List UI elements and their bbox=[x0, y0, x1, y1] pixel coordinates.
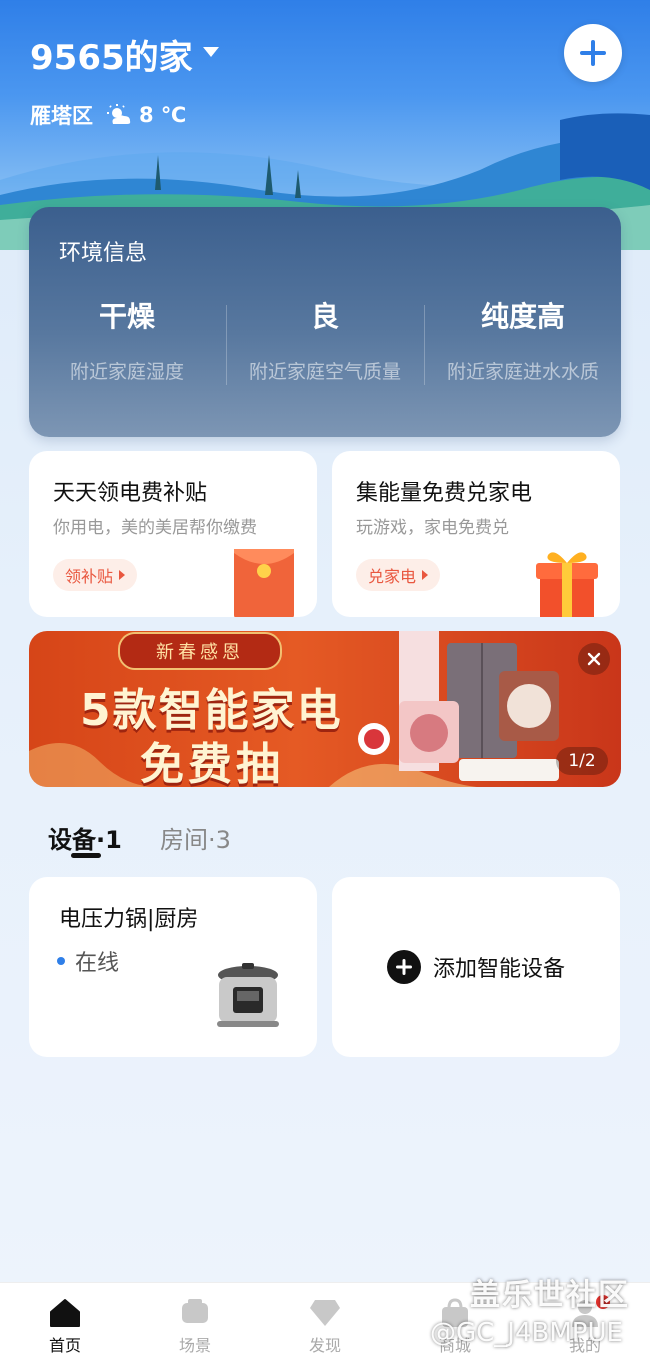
home-name: 9565的家 bbox=[30, 38, 193, 78]
temperature: 8 ℃ bbox=[139, 103, 187, 127]
online-dot-icon bbox=[57, 957, 65, 965]
watermark-handle: @GC_J4BMPUE bbox=[430, 1318, 623, 1348]
water-quality-item: 纯度高 附近家庭进水水质 bbox=[425, 295, 621, 384]
nav-label: 场景 bbox=[178, 1336, 211, 1355]
pill-label: 兑家电 bbox=[368, 567, 417, 586]
banner-page-indicator: 1/2 bbox=[556, 747, 608, 775]
close-icon bbox=[587, 652, 601, 666]
weather: 8 ℃ bbox=[107, 103, 186, 127]
nav-scene[interactable]: 场景 bbox=[130, 1283, 260, 1371]
tab-rooms[interactable]: 房间·3 bbox=[160, 820, 231, 855]
arrow-right-icon bbox=[422, 570, 429, 580]
nav-label: 发现 bbox=[308, 1336, 341, 1355]
add-device-button[interactable]: 添加智能设备 bbox=[332, 877, 620, 1057]
active-tab-indicator bbox=[71, 853, 101, 858]
nav-home[interactable]: 首页 bbox=[0, 1283, 130, 1371]
device-name: 电压力锅|厨房 bbox=[59, 907, 199, 932]
device-status: 在线 bbox=[57, 945, 119, 977]
water-quality-desc: 附近家庭进水水质 bbox=[446, 361, 599, 383]
watermark-community: 盖乐世社区 bbox=[470, 1278, 630, 1313]
gift-box-icon bbox=[536, 552, 598, 617]
promo-subtitle: 玩游戏，家电免费兑 bbox=[356, 518, 509, 538]
humidity-desc: 附近家庭湿度 bbox=[69, 361, 184, 383]
tab-devices[interactable]: 设备·1 bbox=[48, 820, 122, 855]
dropdown-caret-icon bbox=[202, 46, 219, 57]
nav-discover[interactable]: 发现 bbox=[260, 1283, 390, 1371]
plus-circle-icon bbox=[386, 950, 421, 984]
promo-title: 天天领电费补贴 bbox=[53, 481, 208, 506]
partly-cloudy-icon bbox=[107, 104, 131, 124]
air-quality-item: 良 附近家庭空气质量 bbox=[227, 295, 423, 384]
air-quality-value: 良 bbox=[310, 300, 339, 333]
promo-subtitle: 你用电，美的美居帮你缴费 bbox=[53, 518, 257, 538]
energy-exchange-card[interactable]: 集能量免费兑家电 玩游戏，家电免费兑 兑家电 bbox=[332, 451, 620, 617]
banner-tag: 新春感恩 bbox=[118, 632, 282, 670]
environment-card[interactable]: 环境信息 干燥 附近家庭湿度 良 附近家庭空气质量 纯度高 附近家庭进水水质 bbox=[29, 207, 621, 437]
pressure-cooker-icon bbox=[217, 963, 279, 1027]
scene-icon bbox=[182, 1299, 208, 1323]
air-quality-desc: 附近家庭空气质量 bbox=[248, 361, 401, 383]
arrow-right-icon bbox=[119, 570, 126, 580]
device-status-label: 在线 bbox=[75, 951, 120, 976]
home-selector[interactable]: 9565的家 bbox=[30, 30, 219, 79]
discover-icon bbox=[310, 1300, 340, 1326]
home-icon bbox=[50, 1299, 80, 1327]
location-weather: 雁塔区 8 ℃ bbox=[30, 100, 186, 130]
nav-label: 首页 bbox=[48, 1336, 81, 1355]
humidity-item: 干燥 附近家庭湿度 bbox=[29, 295, 225, 384]
pill-label: 领补贴 bbox=[65, 567, 114, 586]
humidity-value: 干燥 bbox=[98, 300, 155, 333]
red-envelope-icon bbox=[234, 549, 294, 617]
add-device-label: 添加智能设备 bbox=[432, 957, 565, 982]
banner-subheadline: 免费抽 bbox=[140, 739, 284, 790]
add-device-card[interactable]: 添加智能设备 bbox=[332, 877, 620, 1057]
district-label: 雁塔区 bbox=[30, 104, 93, 128]
environment-title: 环境信息 bbox=[59, 241, 148, 266]
device-card-pressure-cooker[interactable]: 电压力锅|厨房 在线 bbox=[29, 877, 317, 1057]
add-button[interactable] bbox=[564, 24, 622, 82]
claim-subsidy-button[interactable]: 领补贴 bbox=[53, 559, 138, 591]
exchange-appliance-button[interactable]: 兑家电 bbox=[356, 559, 441, 591]
close-banner-button[interactable] bbox=[578, 643, 610, 675]
plus-icon bbox=[580, 40, 606, 66]
promo-title: 集能量免费兑家电 bbox=[356, 481, 533, 506]
water-quality-value: 纯度高 bbox=[480, 300, 565, 333]
electricity-subsidy-card[interactable]: 天天领电费补贴 你用电，美的美居帮你缴费 领补贴 bbox=[29, 451, 317, 617]
